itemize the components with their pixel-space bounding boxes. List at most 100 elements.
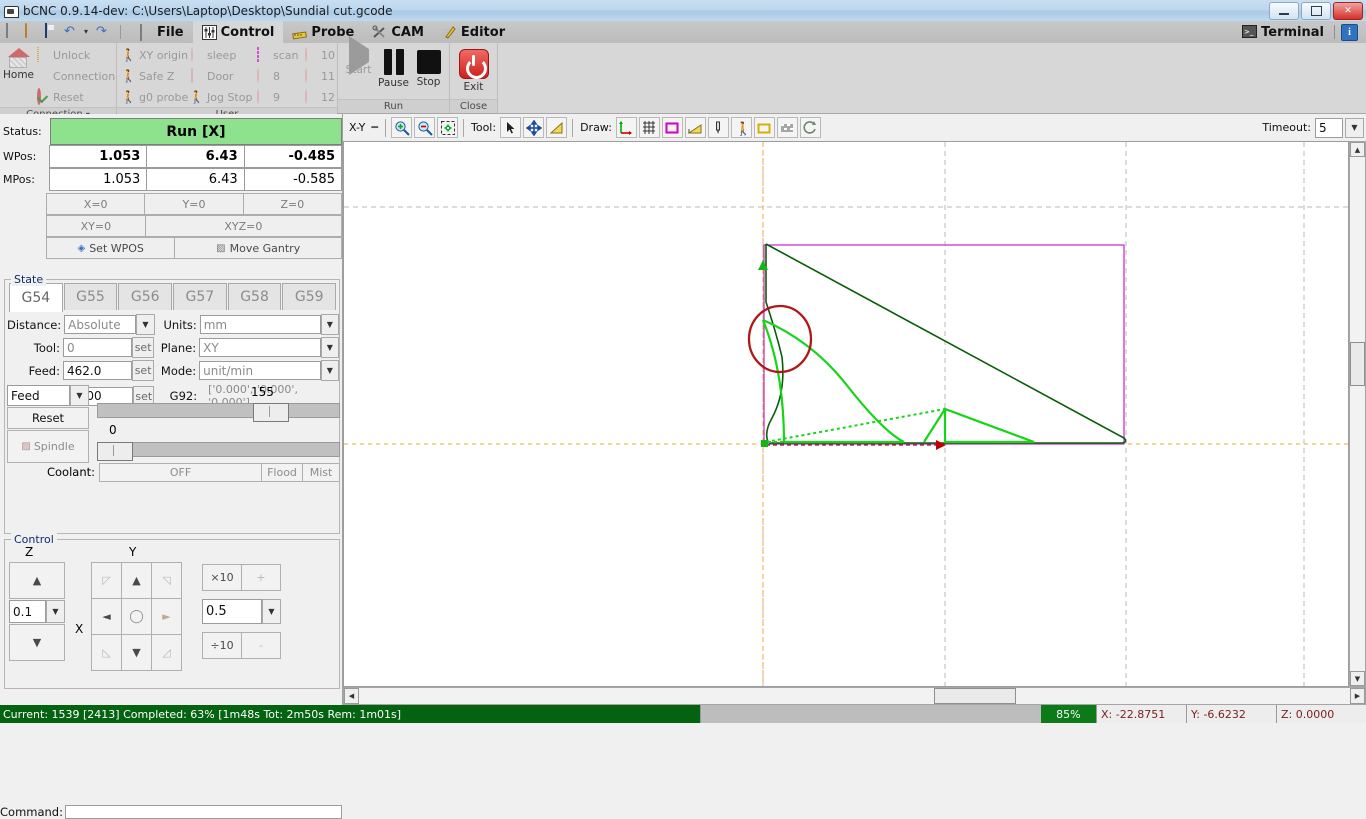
- pan-tool-icon[interactable]: [523, 117, 545, 138]
- zero-xy-button[interactable]: XY=0: [46, 215, 146, 237]
- step-divide-button[interactable]: ÷10: [202, 632, 242, 659]
- view-mode-label[interactable]: X-Y: [349, 121, 365, 134]
- connection-button[interactable]: Connection: [34, 66, 119, 86]
- zoom-fit-icon[interactable]: [437, 117, 458, 138]
- xy-step-input[interactable]: 0.5: [202, 599, 262, 624]
- timeout-input[interactable]: 5: [1315, 117, 1343, 138]
- jog-xy-upright-button[interactable]: ◹: [151, 562, 182, 599]
- timeout-dropdown-icon[interactable]: ▼: [1345, 117, 1364, 138]
- jog-x-right-button[interactable]: ►: [151, 598, 182, 635]
- jog-xy-downleft-button[interactable]: ◺: [91, 634, 122, 671]
- open-file-icon[interactable]: [24, 23, 41, 40]
- coolant-state-button[interactable]: OFF: [99, 463, 262, 482]
- undo-dropdown-icon[interactable]: ▾: [84, 24, 93, 40]
- bbox-icon[interactable]: [753, 117, 775, 138]
- scroll-down-button[interactable]: ▼: [1350, 671, 1365, 686]
- override-reset-button[interactable]: Reset: [7, 407, 89, 429]
- wcs-tab-g54[interactable]: G54: [9, 283, 63, 312]
- pause-button[interactable]: Pause: [376, 47, 411, 89]
- user-button-jog-stop[interactable]: 🚶 Jog Stop: [188, 87, 254, 107]
- undo-icon[interactable]: ↶: [64, 24, 81, 40]
- select-tool-icon[interactable]: [500, 117, 522, 138]
- user-button-sleep[interactable]: sleep: [188, 45, 254, 65]
- coolant-mist-button[interactable]: Mist: [302, 463, 340, 482]
- user-button-12[interactable]: 12: [302, 87, 339, 107]
- wcs-tab-g59[interactable]: G59: [282, 283, 337, 310]
- tab-file[interactable]: File: [129, 21, 193, 43]
- units-dropdown-icon[interactable]: ▼: [320, 314, 339, 335]
- minimize-button[interactable]: [1269, 2, 1299, 20]
- zero-xyz-button[interactable]: XYZ=0: [144, 215, 342, 237]
- zero-y-button[interactable]: Y=0: [144, 193, 244, 215]
- tab-control[interactable]: Control: [192, 21, 284, 43]
- arc-icon[interactable]: [799, 117, 821, 138]
- command-input[interactable]: [64, 804, 342, 819]
- zoom-out-icon[interactable]: [414, 117, 435, 138]
- coolant-flood-button[interactable]: Flood: [261, 463, 303, 482]
- zero-x-button[interactable]: X=0: [46, 193, 146, 215]
- jog-z-up-button[interactable]: ▲: [9, 562, 65, 599]
- redo-icon[interactable]: ↷: [96, 24, 113, 40]
- step-minus-button[interactable]: -: [241, 632, 281, 659]
- plane-select[interactable]: XY: [199, 338, 321, 357]
- mode-select[interactable]: unit/min: [199, 361, 321, 380]
- exit-button[interactable]: Exit: [454, 47, 494, 93]
- margin-icon[interactable]: [661, 117, 683, 138]
- feed-slider-thumb[interactable]: [253, 403, 289, 422]
- user-button-door[interactable]: Door: [188, 66, 254, 86]
- canvas-vertical-scrollbar[interactable]: ▲ ▼: [1349, 141, 1366, 687]
- spindle-override-slider[interactable]: [97, 442, 340, 461]
- user-button-11[interactable]: 11: [302, 66, 339, 86]
- wpos-y[interactable]: 6.43: [146, 145, 245, 168]
- user-button-9[interactable]: 9: [254, 87, 302, 107]
- jog-home-button[interactable]: ◯: [121, 598, 152, 635]
- jog-xy-downright-button[interactable]: ◿: [151, 634, 182, 671]
- info-icon[interactable]: i: [1341, 23, 1358, 41]
- spindle-slider-thumb[interactable]: [97, 442, 133, 461]
- vertical-scroll-thumb[interactable]: [1350, 342, 1365, 386]
- user-button-scan[interactable]: scan: [254, 45, 302, 65]
- wcs-tab-g57[interactable]: G57: [173, 283, 227, 310]
- jog-y-down-button[interactable]: ▼: [121, 634, 152, 671]
- user-button-xy-origin[interactable]: 🚶 XY origin: [120, 45, 188, 65]
- wcs-tab-g55[interactable]: G55: [63, 283, 118, 310]
- tool-set-button[interactable]: set: [132, 337, 154, 358]
- set-wpos-button[interactable]: ◈ Set WPOS: [46, 237, 176, 259]
- scroll-right-button[interactable]: ▶: [1350, 688, 1365, 704]
- jog-y-up-button[interactable]: ▲: [121, 562, 152, 599]
- measure-icon[interactable]: [684, 117, 706, 138]
- xy-step-dropdown-icon[interactable]: ▼: [262, 599, 281, 624]
- new-file-icon[interactable]: [4, 23, 21, 40]
- probe-icon[interactable]: [707, 117, 729, 138]
- home-button[interactable]: Home: [3, 45, 34, 81]
- rapid-icon[interactable]: [776, 117, 798, 138]
- user-button-g0-probe[interactable]: 🚶 g0 probe: [120, 87, 188, 107]
- axes-icon[interactable]: [615, 117, 637, 138]
- distance-dropdown-icon[interactable]: ▼: [136, 314, 155, 335]
- z-step-input[interactable]: 0.1: [9, 600, 46, 623]
- spindle-button[interactable]: ▨ Spindle: [7, 430, 89, 463]
- horizontal-scroll-thumb[interactable]: [934, 688, 1016, 704]
- units-select[interactable]: mm: [199, 315, 321, 334]
- close-button[interactable]: ✕: [1333, 2, 1363, 20]
- grid-icon[interactable]: [638, 117, 660, 138]
- override-dropdown-icon[interactable]: ▼: [70, 385, 89, 406]
- tool-input[interactable]: 0: [62, 338, 133, 357]
- override-select[interactable]: Feed: [7, 385, 70, 406]
- user-button-8[interactable]: 8: [254, 66, 302, 86]
- mode-dropdown-icon[interactable]: ▼: [320, 360, 340, 381]
- wpos-z[interactable]: -0.485: [243, 145, 342, 168]
- gcode-preview-canvas[interactable]: [343, 141, 1349, 687]
- scroll-left-button[interactable]: ◀: [344, 688, 359, 704]
- view-dropdown-icon[interactable]: ━: [371, 121, 378, 134]
- step-multiply-button[interactable]: ×10: [202, 564, 242, 591]
- z-step-dropdown-icon[interactable]: ▼: [46, 600, 65, 623]
- plane-dropdown-icon[interactable]: ▼: [320, 337, 340, 358]
- start-button[interactable]: Start: [341, 36, 376, 76]
- stop-button[interactable]: Stop: [411, 47, 446, 88]
- distance-select[interactable]: Absolute: [64, 315, 137, 334]
- canvas-horizontal-scrollbar[interactable]: ◀ ▶: [343, 687, 1366, 705]
- wcs-tab-g58[interactable]: G58: [227, 283, 282, 310]
- user-button-safe-z[interactable]: 🚶 Safe Z: [120, 66, 188, 86]
- scroll-up-button[interactable]: ▲: [1350, 142, 1365, 157]
